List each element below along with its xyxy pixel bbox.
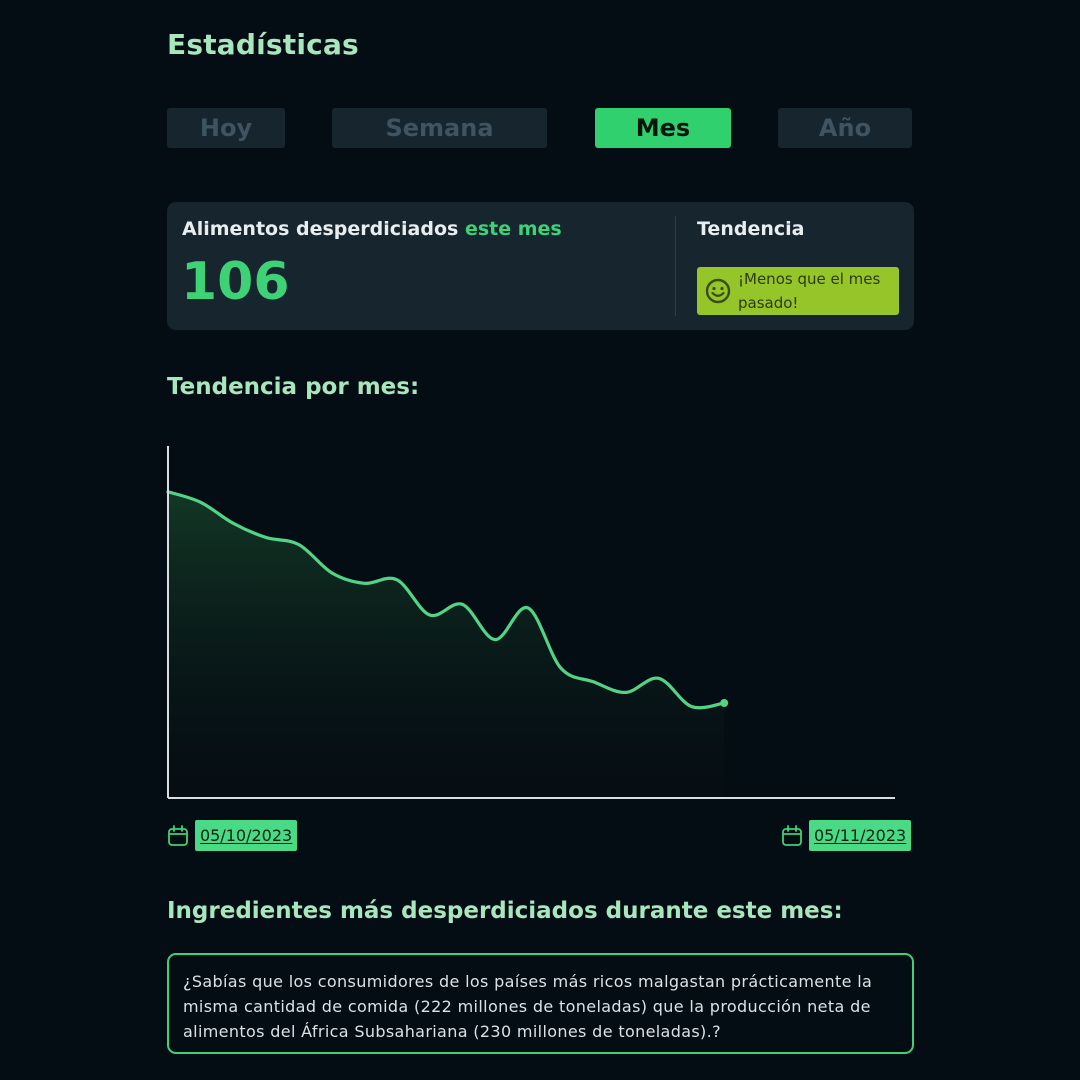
tab-semana[interactable]: Semana (332, 108, 547, 148)
summary-label-prefix: Alimentos desperdiciados (182, 218, 459, 240)
smiley-icon (705, 278, 731, 304)
fact-box: ¿Sabías que los consumidores de los país… (167, 953, 914, 1054)
summary-label: Alimentos desperdiciados este mes (182, 218, 562, 240)
statistics-screen: Estadísticas Hoy Semana Mes Año Alimento… (0, 0, 1080, 1080)
card-divider (675, 216, 676, 316)
summary-card: Alimentos desperdiciados este mes 106 Te… (167, 202, 914, 330)
calendar-icon (168, 824, 188, 846)
start-date-chip[interactable]: 05/10/2023 (167, 820, 298, 851)
chart-area-fill (168, 491, 725, 798)
tab-ano[interactable]: Año (778, 108, 912, 148)
ingredients-section-title: Ingredientes más desperdiciados durante … (167, 898, 843, 924)
summary-label-accent: este mes (464, 218, 562, 240)
trend-chart (166, 446, 895, 799)
tab-hoy[interactable]: Hoy (167, 108, 285, 148)
trend-badge: ¡Menos que el mes pasado! (697, 267, 899, 315)
end-date-value[interactable]: 05/11/2023 (809, 820, 912, 851)
trend-message: ¡Menos que el mes pasado! (738, 270, 881, 312)
tab-mes[interactable]: Mes (595, 108, 731, 148)
trend-label: Tendencia (697, 218, 805, 240)
chart-end-point (720, 699, 729, 707)
page-title: Estadísticas (167, 28, 359, 61)
calendar-icon (782, 824, 802, 846)
wasted-food-count: 106 (181, 252, 290, 312)
end-date-chip[interactable]: 05/11/2023 (781, 820, 912, 851)
trend-section-title: Tendencia por mes: (167, 374, 420, 400)
start-date-value[interactable]: 05/10/2023 (195, 820, 298, 851)
